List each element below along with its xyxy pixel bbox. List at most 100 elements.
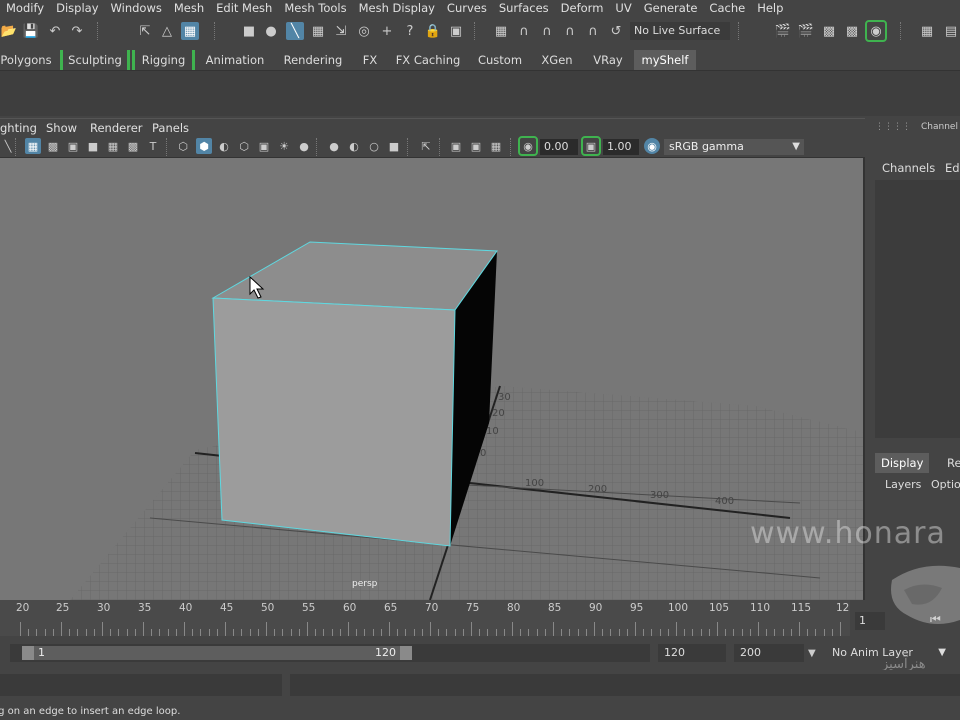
live-surface-icon[interactable]: ↺ (607, 22, 625, 40)
shelf-tab-fx-caching[interactable]: FX Caching (394, 50, 462, 70)
viewport-menu-renderer[interactable]: Renderer (90, 119, 143, 137)
shelf-tab-custom[interactable]: Custom (474, 50, 526, 70)
menu-modify[interactable]: Modify (0, 0, 50, 16)
anti-aliasing-icon[interactable]: ◐ (346, 138, 362, 154)
field-chart-icon[interactable]: ▦ (105, 138, 121, 154)
motion-blur-icon[interactable]: ● (326, 138, 342, 154)
menu-mesh-display[interactable]: Mesh Display (353, 0, 441, 16)
textured-icon[interactable]: ⬡ (236, 138, 252, 154)
viewport-menu-show[interactable]: Show (46, 119, 77, 137)
tab-render[interactable]: Re (941, 453, 960, 473)
snap-point-icon[interactable]: ∩ (538, 22, 556, 40)
sidebar-toggle-icon[interactable]: ▤ (942, 22, 960, 40)
edit-menu[interactable]: Edi (945, 161, 960, 175)
select-component-icon[interactable]: ▦ (181, 22, 199, 40)
hypershade-icon[interactable]: ◉ (865, 20, 887, 42)
menu-deform[interactable]: Deform (555, 0, 610, 16)
select-vertex-face-icon[interactable]: ◎ (355, 22, 373, 40)
ipr-render-icon[interactable]: ▩ (820, 22, 838, 40)
playback-end-field[interactable]: 120 (658, 644, 726, 662)
render-frame-icon[interactable]: 🎬 (797, 22, 815, 40)
range-end-handle[interactable] (400, 646, 412, 660)
gamma-icon[interactable]: ▣ (581, 136, 601, 156)
animation-end-field[interactable]: 200 (734, 644, 804, 662)
smooth-shade-icon[interactable]: ⬢ (196, 138, 212, 154)
panel-grip-icon[interactable]: ⋮⋮⋮⋮ (875, 122, 911, 132)
camera-select-icon[interactable]: ╲ (0, 138, 16, 154)
shelf-tab-fx[interactable]: FX (356, 50, 384, 70)
current-frame-field[interactable]: 1 (855, 612, 885, 630)
shelf-tab-rigging[interactable]: Rigging (132, 50, 195, 70)
save-scene-icon[interactable]: 💾 (22, 22, 40, 40)
xray-joints-icon[interactable]: ▣ (448, 138, 464, 154)
snap-view-plane-icon[interactable]: ∩ (561, 22, 579, 40)
layers-menu[interactable]: Layers (885, 478, 921, 491)
chevron-down-icon[interactable]: ▼ (808, 648, 816, 659)
crosshair-icon[interactable]: + (378, 22, 396, 40)
channels-menu[interactable]: Channels (882, 161, 935, 175)
shelf-tab-vray[interactable]: VRay (588, 50, 628, 70)
snap-grid-icon[interactable]: ▦ (492, 22, 510, 40)
select-point-icon[interactable]: ● (262, 22, 280, 40)
time-slider[interactable]: 20 25 30 35 40 45 50 55 60 65 70 75 80 8… (0, 600, 850, 636)
menu-generate[interactable]: Generate (638, 0, 704, 16)
shelf-tab-sculpting[interactable]: Sculpting (60, 50, 130, 70)
select-uv-icon[interactable]: ⇲ (332, 22, 350, 40)
xray-icon[interactable]: ■ (386, 138, 402, 154)
shadows-icon[interactable]: ☀ (276, 138, 292, 154)
isolate-select-icon[interactable]: ⇱ (418, 138, 434, 154)
shelf-tab-myshelf[interactable]: myShelf (634, 50, 696, 70)
undo-icon[interactable]: ↶ (46, 22, 64, 40)
menu-mesh[interactable]: Mesh (168, 0, 210, 16)
menu-cache[interactable]: Cache (703, 0, 751, 16)
grid-toggle-icon[interactable]: ▦ (25, 138, 41, 154)
range-start-handle[interactable] (22, 646, 34, 660)
menu-surfaces[interactable]: Surfaces (493, 0, 555, 16)
select-edge-icon[interactable]: ╲ (286, 22, 304, 40)
open-scene-icon[interactable]: 📂 (0, 22, 18, 40)
lock-icon[interactable]: 🔒 (424, 22, 442, 40)
menu-help[interactable]: Help (751, 0, 789, 16)
select-hierarchy-icon[interactable]: ⇱ (136, 22, 154, 40)
gamma-field[interactable]: 1.00 (603, 139, 639, 155)
gate-mask-icon[interactable]: ■ (85, 138, 101, 154)
wireframe-icon[interactable]: ⬡ (175, 138, 191, 154)
shelf-tab-animation[interactable]: Animation (203, 50, 267, 70)
film-gate-icon[interactable]: ▩ (45, 138, 61, 154)
workspace-icon[interactable]: ▦ (918, 22, 936, 40)
select-object-icon[interactable]: △ (158, 22, 176, 40)
use-lights-icon[interactable]: ▣ (256, 138, 272, 154)
snap-curve-icon[interactable]: ∩ (515, 22, 533, 40)
ambient-occlusion-icon[interactable]: ● (296, 138, 312, 154)
color-space-dropdown[interactable]: sRGB gamma ▼ (664, 139, 804, 155)
shelf-tab-rendering[interactable]: Rendering (280, 50, 346, 70)
perspective-viewport[interactable]: 100 200 300 400 30 20 10 0 persp (0, 158, 865, 600)
shelf-tab-polygons[interactable]: Polygons (0, 50, 52, 70)
menu-windows[interactable]: Windows (105, 0, 168, 16)
depth-of-field-icon[interactable]: ○ (366, 138, 382, 154)
snap-surface-icon[interactable]: ∩ (584, 22, 602, 40)
help-question-icon[interactable]: ? (401, 22, 419, 40)
select-highlight-icon[interactable]: ▣ (447, 22, 465, 40)
range-slider[interactable]: 1 120 (22, 646, 412, 660)
viewport-menu-lighting[interactable]: ghting (0, 119, 37, 137)
backface-icon[interactable]: ▦ (488, 138, 504, 154)
resolution-gate-icon[interactable]: ▣ (65, 138, 81, 154)
menu-curves[interactable]: Curves (441, 0, 493, 16)
safe-action-icon[interactable]: ▩ (125, 138, 141, 154)
render-view-icon[interactable]: 🎬 (774, 22, 792, 40)
wireframe-on-shaded-icon[interactable]: ◐ (216, 138, 232, 154)
menu-display[interactable]: Display (50, 0, 104, 16)
menu-edit-mesh[interactable]: Edit Mesh (210, 0, 278, 16)
exposure-field[interactable]: 0.00 (540, 139, 578, 155)
tab-display[interactable]: Display (875, 453, 930, 473)
menu-mesh-tools[interactable]: Mesh Tools (278, 0, 352, 16)
select-vertex-icon[interactable]: ■ (240, 22, 258, 40)
menu-uv[interactable]: UV (609, 0, 637, 16)
redo-icon[interactable]: ↷ (68, 22, 86, 40)
select-face-icon[interactable]: ▦ (309, 22, 327, 40)
xray-active-icon[interactable]: ▣ (468, 138, 484, 154)
color-management-icon[interactable]: ◉ (644, 138, 660, 154)
command-input[interactable] (0, 674, 282, 696)
exposure-icon[interactable]: ◉ (518, 136, 538, 156)
